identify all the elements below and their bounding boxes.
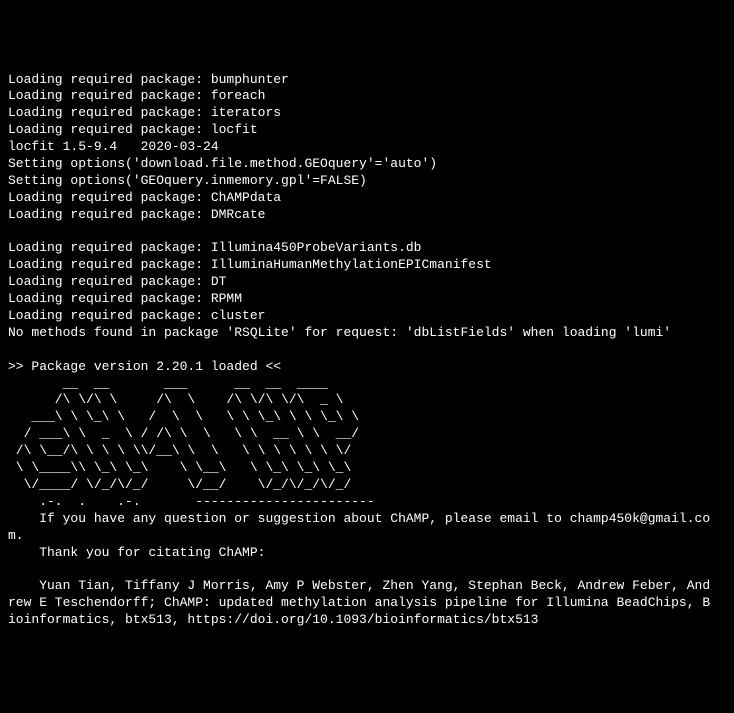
terminal-output: Loading required package: bumphunter Loa… — [8, 72, 726, 629]
